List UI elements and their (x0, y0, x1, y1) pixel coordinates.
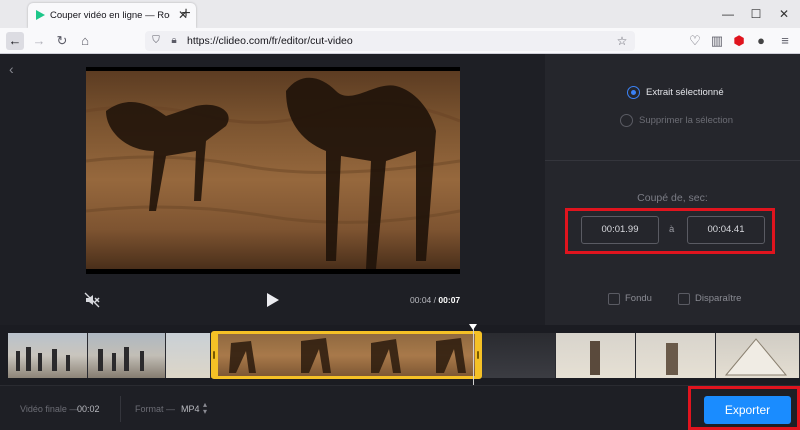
radio-button-unchecked[interactable] (620, 114, 633, 127)
forward-arrow-icon[interactable]: → (30, 32, 48, 50)
fade-checkbox[interactable] (608, 293, 620, 305)
people-silhouettes-image (16, 347, 70, 371)
editor-app: ‹ 00:04 / 00:07 Extrait sélectionné Supp… (0, 54, 800, 430)
thumbnail-frame (636, 333, 716, 378)
bookmark-star-icon[interactable]: ☆ (615, 34, 629, 48)
window-close-button[interactable]: ✕ (770, 4, 798, 24)
radio-button-checked[interactable] (627, 86, 640, 99)
thumbnail-frame (556, 333, 636, 378)
export-button[interactable]: Exporter (704, 396, 791, 424)
clideo-play-icon (36, 10, 45, 20)
window-maximize-button[interactable]: ☐ (742, 4, 770, 24)
video-frame (86, 71, 460, 269)
thumbnail-frame (8, 333, 88, 378)
ublock-icon[interactable]: ⬢ (730, 32, 748, 50)
mute-icon[interactable] (84, 292, 100, 308)
divider (545, 160, 800, 161)
fade-label: Fondu (625, 293, 652, 304)
lock-icon[interactable]: 🔒︎ (167, 34, 181, 48)
thumbnail-frame (88, 333, 166, 378)
reload-icon[interactable]: ↻ (53, 32, 71, 50)
home-icon[interactable]: ⌂ (76, 32, 94, 50)
radio-label: Supprimer la sélection (639, 115, 733, 126)
format-select[interactable]: MP4 (181, 404, 200, 414)
play-icon[interactable] (266, 292, 280, 308)
cut-range-label: Coupé de, sec: (637, 192, 708, 204)
camel-shadow-image (86, 77, 460, 269)
menu-icon[interactable]: ≡ (776, 32, 794, 50)
format-select-arrows-icon[interactable]: ▴ ▾ (203, 401, 207, 416)
thumbnail-frame (716, 333, 800, 378)
time-separator: / (433, 295, 437, 305)
trim-start-handle[interactable] (211, 334, 218, 376)
pocket-icon[interactable]: ♡ (686, 32, 704, 50)
person-image (666, 343, 678, 375)
format-label: Format — (135, 404, 176, 414)
start-time-field[interactable]: 00:01.99 (581, 216, 659, 244)
people-silhouettes-image (98, 347, 144, 371)
final-video-label: Vidéo finale — (20, 404, 79, 414)
person-image (590, 341, 600, 375)
back-arrow-icon[interactable]: ← (6, 32, 24, 50)
time-display: 00:04 / 00:07 (410, 295, 460, 305)
extension-icon[interactable]: ● (752, 32, 770, 50)
tent-image (724, 338, 788, 376)
disappear-label: Disparaître (695, 293, 742, 304)
url-bar[interactable]: ⛉ 🔒︎ https://clideo.com/fr/editor/cut-vi… (145, 31, 635, 51)
browser-navbar: ← → ↻ ⌂ ⛉ 🔒︎ https://clideo.com/fr/edito… (0, 28, 800, 54)
time-current: 00:04 (410, 295, 432, 305)
end-time-field[interactable]: 00:04.41 (687, 216, 765, 244)
to-label: à (669, 224, 675, 235)
library-icon[interactable]: ▥ (708, 32, 726, 50)
radio-label: Extrait sélectionné (646, 87, 724, 98)
timeline[interactable] (0, 324, 800, 385)
new-tab-button[interactable]: + (178, 6, 194, 22)
trim-selection[interactable] (211, 331, 482, 379)
thumbnail-frame (481, 333, 556, 378)
video-preview[interactable] (86, 67, 460, 274)
playhead-marker-icon[interactable] (469, 324, 477, 330)
browser-tabstrip: Couper vidéo en ligne — Rogner ✕ + — ☐ ✕ (0, 0, 800, 28)
playhead[interactable] (473, 325, 474, 385)
preview-pane: ‹ 00:04 / 00:07 (0, 54, 545, 325)
url-text[interactable]: https://clideo.com/fr/editor/cut-video (187, 34, 353, 48)
options-pane: Extrait sélectionné Supprimer la sélecti… (545, 54, 800, 325)
shield-icon[interactable]: ⛉ (149, 34, 163, 48)
divider (120, 396, 121, 422)
editor-back-icon[interactable]: ‹ (9, 62, 23, 76)
time-total: 00:07 (438, 295, 461, 305)
bottom-bar: Vidéo finale — 00:02 Format — MP4 ▴ ▾ Exp… (0, 385, 800, 430)
disappear-checkbox[interactable] (678, 293, 690, 305)
thumbnail-frame (166, 333, 211, 378)
window-minimize-button[interactable]: — (714, 4, 742, 24)
final-video-duration: 00:02 (77, 404, 100, 414)
tab-title: Couper vidéo en ligne — Rogner (50, 10, 170, 21)
browser-tab[interactable]: Couper vidéo en ligne — Rogner ✕ (28, 3, 196, 28)
trim-end-handle[interactable] (475, 334, 482, 376)
